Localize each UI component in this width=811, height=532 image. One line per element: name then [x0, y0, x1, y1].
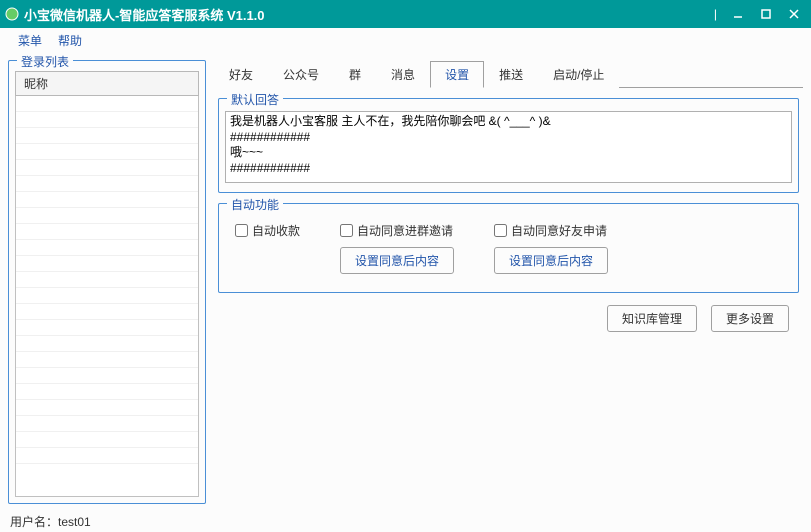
list-row	[16, 192, 198, 208]
list-row	[16, 288, 198, 304]
tabs: 好友 公众号 群 消息 设置 推送 启动/停止	[214, 60, 803, 88]
auto-group-invite-checkbox[interactable]	[340, 224, 353, 237]
list-row	[16, 144, 198, 160]
tab-content-settings: 默认回答 自动功能 自动收款	[214, 88, 803, 504]
user-name: test01	[58, 515, 91, 529]
auto-function-legend: 自动功能	[227, 196, 283, 213]
close-button[interactable]	[781, 4, 807, 24]
user-label: 用户名：	[10, 515, 58, 529]
tab-message[interactable]: 消息	[376, 61, 430, 88]
list-row	[16, 432, 198, 448]
auto-collect-checkbox[interactable]	[235, 224, 248, 237]
list-row	[16, 208, 198, 224]
tab-group[interactable]: 群	[334, 61, 376, 88]
app-icon	[4, 6, 20, 22]
list-row	[16, 256, 198, 272]
tab-settings[interactable]: 设置	[430, 61, 484, 88]
tab-startstop[interactable]: 启动/停止	[538, 61, 619, 88]
list-row	[16, 400, 198, 416]
app-window: 小宝微信机器人-智能应答客服系统 V1.1.0 | 菜单 帮助 登录列表 昵称	[0, 0, 811, 532]
login-list-body[interactable]	[15, 96, 199, 497]
set-friend-content-button[interactable]: 设置同意后内容	[494, 247, 608, 274]
auto-function-row: 自动收款 自动同意进群邀请 设置同意后内容	[225, 216, 792, 286]
window-controls: |	[714, 4, 807, 24]
separator-icon: |	[714, 7, 717, 21]
list-row	[16, 368, 198, 384]
default-reply-fieldset: 默认回答	[218, 98, 799, 193]
auto-collect-label: 自动收款	[252, 222, 300, 239]
auto-friend-col: 自动同意好友申请 设置同意后内容	[494, 222, 608, 274]
auto-group-col: 自动同意进群邀请 设置同意后内容	[340, 222, 454, 274]
kb-manage-button[interactable]: 知识库管理	[607, 305, 697, 332]
list-row	[16, 416, 198, 432]
right-panel: 好友 公众号 群 消息 设置 推送 启动/停止 默认回答 自动功能	[214, 60, 803, 504]
list-row	[16, 224, 198, 240]
content-area: 登录列表 昵称	[0, 54, 811, 510]
login-list-fieldset: 登录列表 昵称	[8, 60, 206, 504]
list-row	[16, 96, 198, 112]
titlebar: 小宝微信机器人-智能应答客服系统 V1.1.0 |	[0, 0, 811, 28]
list-row	[16, 336, 198, 352]
list-row	[16, 112, 198, 128]
tab-push[interactable]: 推送	[484, 61, 538, 88]
list-row	[16, 384, 198, 400]
list-row	[16, 160, 198, 176]
auto-function-fieldset: 自动功能 自动收款 自动同意进群邀请	[218, 203, 799, 293]
list-row	[16, 320, 198, 336]
menu-item-menu[interactable]: 菜单	[10, 28, 50, 53]
tab-public[interactable]: 公众号	[268, 61, 334, 88]
minimize-button[interactable]	[725, 4, 751, 24]
list-row	[16, 448, 198, 464]
list-column-header[interactable]: 昵称	[15, 71, 199, 96]
auto-friend-request-checkbox[interactable]	[494, 224, 507, 237]
set-group-content-button[interactable]: 设置同意后内容	[340, 247, 454, 274]
maximize-button[interactable]	[753, 4, 779, 24]
default-reply-legend: 默认回答	[227, 91, 283, 108]
menu-item-help[interactable]: 帮助	[50, 28, 90, 53]
more-settings-button[interactable]: 更多设置	[711, 305, 789, 332]
statusbar: 用户名：test01	[0, 510, 811, 532]
bottom-buttons: 知识库管理 更多设置	[218, 293, 789, 332]
tab-friends[interactable]: 好友	[214, 61, 268, 88]
list-row	[16, 128, 198, 144]
menubar: 菜单 帮助	[0, 28, 811, 54]
list-row	[16, 304, 198, 320]
list-row	[16, 240, 198, 256]
auto-collect-col: 自动收款	[235, 222, 300, 239]
list-row	[16, 272, 198, 288]
default-reply-textarea[interactable]	[225, 111, 792, 183]
window-title: 小宝微信机器人-智能应答客服系统 V1.1.0	[24, 5, 714, 24]
left-panel: 登录列表 昵称	[8, 60, 206, 504]
login-list-legend: 登录列表	[17, 53, 73, 70]
auto-group-invite-label: 自动同意进群邀请	[357, 222, 453, 239]
list-row	[16, 352, 198, 368]
list-row	[16, 176, 198, 192]
auto-friend-request-label: 自动同意好友申请	[511, 222, 607, 239]
